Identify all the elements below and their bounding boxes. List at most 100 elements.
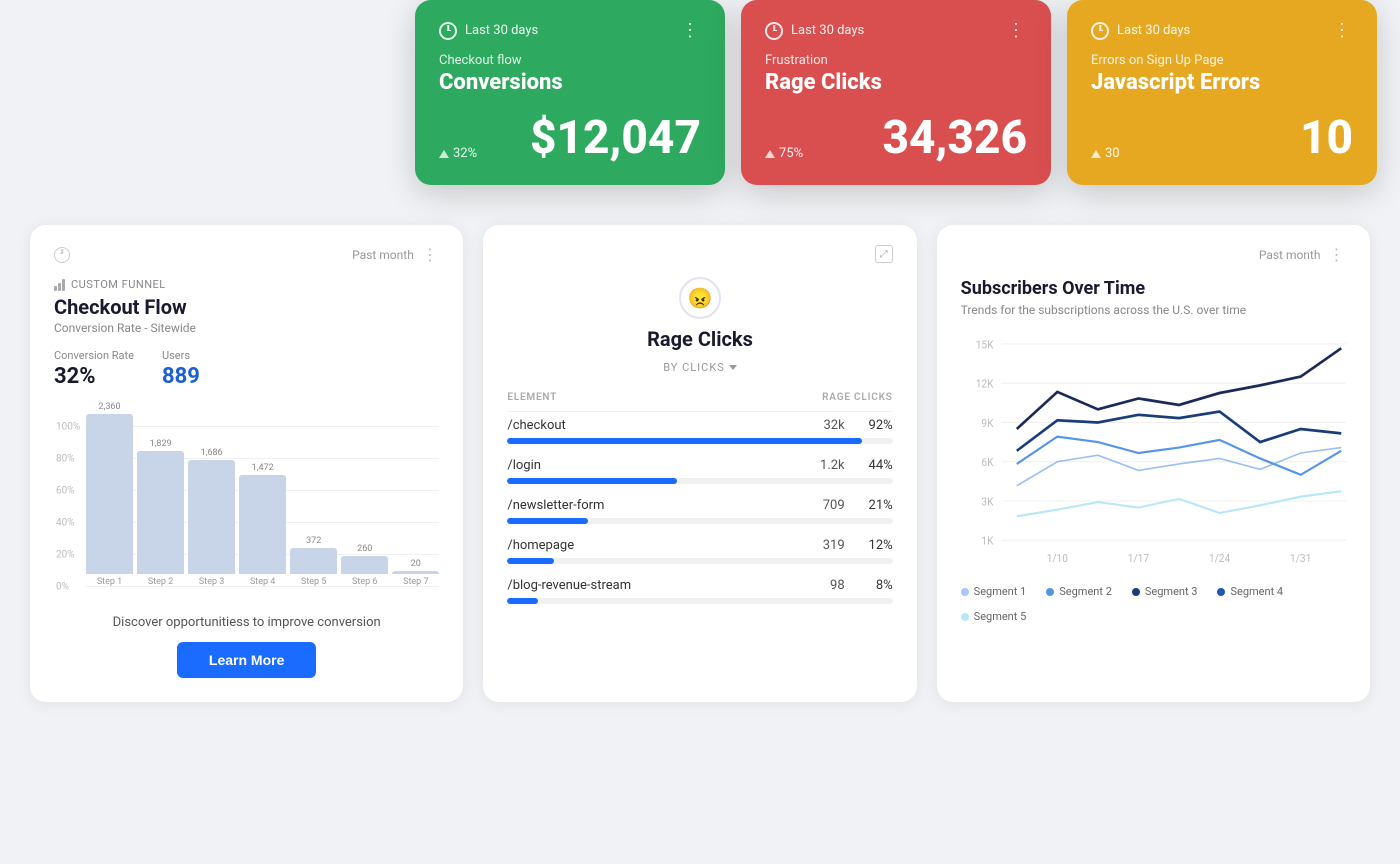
rage-card-header [507,245,892,263]
rage-row-path: /checkout [507,418,565,433]
top-metric-cards: Last 30 days ⋮ Checkout flow Conversions… [415,0,1377,185]
legend-label: Segment 2 [1059,585,1112,598]
rage-clicks-header: RAGE CLICKS [822,392,893,403]
legend-dot [961,613,969,621]
rage-bar-track [507,598,892,604]
funnel-title: Checkout Flow [54,295,439,319]
rage-row-count: 32k [809,418,845,433]
funnel-cta-text: Discover opportunitiess to improve conve… [54,615,439,630]
metric-card-subtitle: Errors on Sign Up Page [1091,53,1353,68]
rage-bar-fill [507,558,553,564]
clock-icon [1091,22,1109,40]
legend-item: Segment 2 [1046,585,1112,598]
subscribers-period: Past month [1259,248,1321,262]
bar-item: 260Step 6 [341,544,388,587]
bar-item: 372Step 5 [290,536,337,587]
metric-card-menu[interactable]: ⋮ [1333,20,1353,41]
metric-change-value: 32% [453,146,477,161]
bar-item: 20Step 7 [392,559,439,587]
arrow-up-icon [1091,150,1101,158]
rage-bar-track [507,518,892,524]
funnel-conversion-rate-label: Conversion Rate [54,349,134,362]
bar-chart-area: 100%80%60%40%20%0% 2,360Step 11,829Step … [54,405,439,605]
rage-row-path: /login [507,458,541,473]
rage-filter-label: BY CLICKS [663,361,725,374]
rage-row: /login 1.2k 44% [507,458,892,484]
metric-card-menu[interactable]: ⋮ [681,20,701,41]
rage-bar-fill [507,478,677,484]
funnel-subtitle: Conversion Rate - Sitewide [54,321,439,335]
legend-dot [961,588,969,596]
legend-label: Segment 1 [974,585,1027,598]
arrow-up-icon [765,150,775,158]
rage-bar-fill [507,518,588,524]
subscribers-card-menu[interactable]: ⋮ [1328,245,1346,264]
metric-value: 34,326 [883,115,1028,161]
legend-item: Segment 5 [961,610,1027,623]
metric-card-header-left: Last 30 days [439,22,538,40]
funnel-period: Past month [352,248,414,262]
metric-change-value: 75% [779,146,803,161]
rage-element-header: ELEMENT [507,392,557,403]
metric-card-header: Last 30 days ⋮ [765,20,1027,41]
funnel-users-label: Users [162,349,200,362]
funnel-card: Past month ⋮ Custom Funnel Checkout Flow… [30,225,463,702]
card-clock-icon [54,247,70,263]
arrow-up-icon [439,150,449,158]
legend-item: Segment 4 [1217,585,1283,598]
metric-period: Last 30 days [791,23,864,38]
bar-group: 2,360Step 11,829Step 21,686Step 31,472St… [86,402,439,587]
rage-header-center: 😠 Rage Clicks [507,277,892,351]
svg-text:15K: 15K [975,338,993,351]
metric-card-bottom: 75% 34,326 [765,115,1027,161]
rage-row: /checkout 32k 92% [507,418,892,444]
rage-row-count: 1.2k [809,458,845,473]
svg-text:3K: 3K [981,495,993,508]
bar-item: 2,360Step 1 [86,402,133,587]
metric-card-subtitle: Checkout flow [439,53,701,68]
funnel-conversion-rate-value: 32% [54,364,134,389]
chart-area: 15K 12K 9K 6K 3K 1K 1/10 1/17 1/24 1/31 [961,333,1346,613]
funnel-conversion-rate-stat: Conversion Rate 32% [54,349,134,389]
bar-item: 1,686Step 3 [188,448,235,587]
svg-text:1/10: 1/10 [1046,552,1067,565]
clock-icon [765,22,783,40]
metric-card-js-errors: Last 30 days ⋮ Errors on Sign Up Page Ja… [1067,0,1377,185]
legend-label: Segment 3 [1145,585,1198,598]
funnel-section-label-text: Custom Funnel [71,278,166,291]
funnel-card-menu[interactable]: ⋮ [422,245,440,264]
metric-card-menu[interactable]: ⋮ [1007,20,1027,41]
subscribers-title: Subscribers Over Time [961,278,1346,299]
legend-label: Segment 4 [1230,585,1283,598]
legend-label: Segment 5 [974,610,1027,623]
rage-title: Rage Clicks [647,327,753,351]
metric-card-title: Javascript Errors [1091,70,1353,95]
svg-text:9K: 9K [981,416,993,429]
metric-value: 10 [1300,115,1353,161]
learn-more-button[interactable]: Learn More [177,642,316,678]
expand-icon[interactable] [875,245,893,263]
rage-rows: /checkout 32k 92% /login 1.2k 44% /newsl… [507,418,892,604]
subscribers-chart: 15K 12K 9K 6K 3K 1K 1/10 1/17 1/24 1/31 [961,333,1346,573]
subscribers-subtitle: Trends for the subscriptions across the … [961,303,1346,317]
bar-item: 1,829Step 2 [137,439,184,587]
legend-dot [1217,588,1225,596]
rage-bar-track [507,558,892,564]
rage-row-count: 319 [809,538,845,553]
funnel-users-stat: Users 889 [162,349,200,389]
metric-card-title: Rage Clicks [765,70,1027,95]
rage-filter[interactable]: BY CLICKS [507,361,892,374]
legend-item: Segment 3 [1132,585,1198,598]
rage-clicks-card: 😠 Rage Clicks BY CLICKS ELEMENT RAGE CLI… [483,225,916,702]
metric-card-bottom: 32% $12,047 [439,115,701,161]
clock-icon [439,22,457,40]
chart-legend: Segment 1 Segment 2 Segment 3 Segment 4 … [961,585,1346,623]
svg-text:1/17: 1/17 [1127,552,1148,565]
legend-dot [1046,588,1054,596]
metric-period: Last 30 days [1117,23,1190,38]
rage-row-pct: 92% [861,418,893,433]
metric-change: 75% [765,146,803,161]
svg-text:12K: 12K [975,377,993,390]
metric-card-bottom: 30 10 [1091,115,1353,161]
metric-card-conversions: Last 30 days ⋮ Checkout flow Conversions… [415,0,725,185]
